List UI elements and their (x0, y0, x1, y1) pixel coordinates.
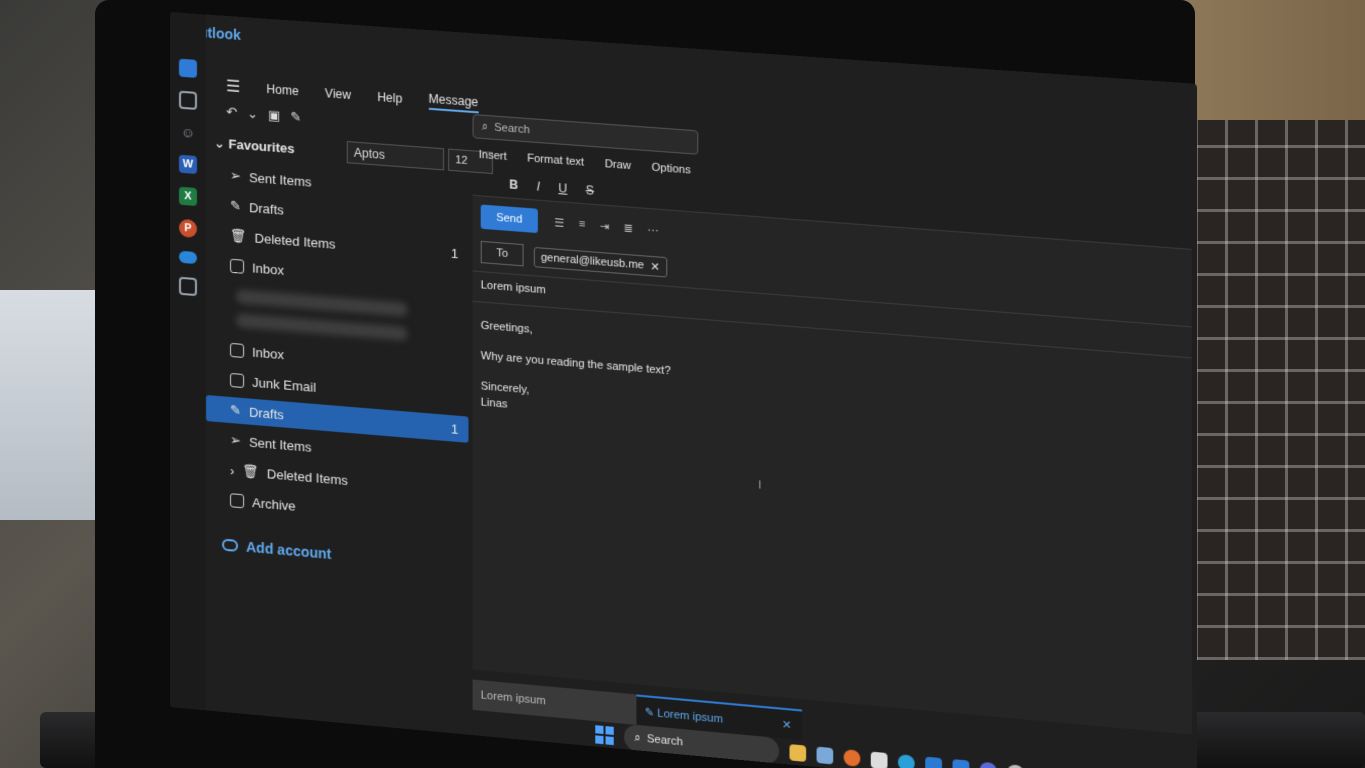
recipient-chip[interactable]: general@likeusb.me ✕ (533, 246, 667, 278)
align-icon[interactable]: ≣ (624, 221, 633, 235)
notion-icon[interactable] (870, 751, 888, 768)
trash-icon: 🗑 (230, 227, 247, 244)
apps-icon[interactable] (178, 276, 197, 297)
numbered-list-icon[interactable]: ≡ (579, 218, 586, 232)
word-icon[interactable]: W (178, 154, 197, 175)
send-button[interactable]: Send (480, 204, 538, 234)
junk-icon (230, 372, 245, 389)
body-greeting: Greetings, (480, 319, 533, 336)
outlook-window: Outlook ☺ W X P ☰ Home View Help Message… (170, 12, 1198, 768)
settings-icon[interactable] (1007, 764, 1025, 768)
add-account-button[interactable]: Add account (222, 537, 468, 575)
tab-help[interactable]: Help (377, 90, 402, 106)
app-rail: ☺ W X P (170, 12, 206, 711)
unread-count: 1 (450, 245, 459, 261)
compose-toolbar: ☰ ≡ ⇥ ≣ ⋯ (554, 216, 659, 237)
inbox-icon (230, 342, 245, 359)
people-icon[interactable]: ☺ (179, 123, 197, 142)
pencil-icon: ✎ (230, 401, 241, 418)
close-icon[interactable]: ✕ (782, 717, 792, 731)
telegram-icon[interactable] (897, 754, 915, 768)
ribbon-tabs: Insert Format text Draw Options (479, 149, 691, 177)
pencil-icon: ✎ (644, 705, 658, 720)
excel-icon[interactable]: X (178, 186, 197, 207)
mail-icon[interactable] (178, 58, 197, 78)
trash-icon: 🗑 (242, 463, 259, 480)
tab-home[interactable]: Home (267, 82, 299, 98)
chevron-down-icon: ⌄ (214, 135, 229, 152)
subject-field[interactable]: Lorem ipsum (481, 279, 546, 296)
bottom-tab-lorem-ipsum[interactable]: Lorem ipsum (472, 679, 637, 725)
onedrive-icon[interactable] (178, 250, 197, 265)
send-icon: ➢ (230, 432, 241, 448)
tab-insert[interactable]: Insert (479, 149, 507, 163)
tab-view[interactable]: View (325, 86, 351, 102)
italic-button[interactable]: I (537, 179, 540, 193)
mastodon-icon[interactable] (979, 761, 997, 768)
format-buttons: B I U S (509, 177, 594, 198)
hamburger-icon[interactable]: ☰ (226, 76, 240, 97)
message-body[interactable]: Greetings, Why are you reading the sampl… (481, 318, 671, 427)
tab-message[interactable]: Message (428, 91, 479, 114)
indent-icon[interactable]: ⇥ (600, 220, 609, 234)
firefox-icon[interactable] (843, 749, 861, 767)
powerpoint-icon[interactable]: P (178, 218, 197, 239)
search-icon: ⌕ (634, 731, 641, 745)
chevron-down-icon[interactable]: ⌄ (247, 106, 258, 123)
underline-button[interactable]: U (558, 181, 567, 196)
divider (472, 270, 1192, 328)
photos-icon[interactable] (816, 746, 834, 765)
compose-pane: Send ☰ ≡ ⇥ ≣ ⋯ To general@likeusb.me ✕ L… (472, 194, 1192, 735)
unread-count: 1 (450, 420, 459, 437)
ribbon-quick-actions: ↶ ⌄ ▣ ✎ (226, 104, 301, 126)
redacted-text (236, 313, 408, 342)
close-icon[interactable]: ✕ (650, 259, 660, 273)
windows-start-icon[interactable] (595, 725, 614, 746)
tab-format-text[interactable]: Format text (527, 152, 584, 168)
more-icon[interactable]: ⋯ (647, 223, 658, 237)
calendar-icon[interactable] (178, 90, 197, 110)
bullet-list-icon[interactable]: ☰ (554, 216, 564, 230)
clipboard-icon[interactable]: ▣ (268, 107, 280, 124)
pencil-icon: ✎ (230, 197, 241, 214)
text-cursor-icon: I (758, 480, 762, 492)
archive-icon (230, 493, 245, 509)
to-button[interactable]: To (480, 240, 524, 267)
inbox-icon (230, 258, 245, 274)
chevron-right-icon[interactable]: › (230, 463, 234, 478)
add-account-icon (222, 538, 239, 552)
folder-pane: ⌄ Favourites ➢ Sent Items ✎ Drafts 🗑 Delete… (205, 135, 469, 720)
format-painter-icon[interactable]: ✎ (290, 109, 301, 126)
undo-icon[interactable]: ↶ (226, 104, 237, 121)
send-icon: ➢ (230, 167, 241, 184)
bold-button[interactable]: B (509, 177, 518, 192)
redacted-text (236, 289, 408, 317)
vscode-icon[interactable] (925, 756, 943, 768)
tab-options[interactable]: Options (652, 162, 691, 177)
outlook-taskbar-icon[interactable] (952, 759, 970, 768)
file-explorer-icon[interactable] (789, 744, 807, 762)
body-line: Why are you reading the sample text? (480, 349, 671, 378)
strikethrough-button[interactable]: S (586, 183, 594, 198)
tab-draw[interactable]: Draw (605, 158, 631, 172)
